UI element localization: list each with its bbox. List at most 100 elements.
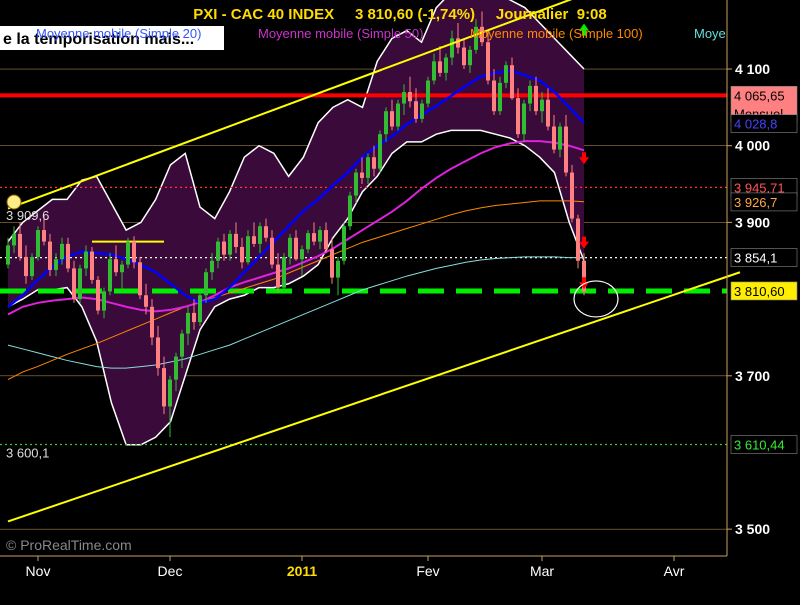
candle-body [486, 42, 490, 81]
candle [282, 253, 286, 292]
left-value-label: 3 909,6 [6, 208, 49, 223]
candle-body [114, 259, 118, 273]
x-tick-label: Nov [26, 563, 51, 579]
candle-body [186, 312, 190, 334]
candle-body [78, 268, 82, 300]
candle [78, 264, 82, 303]
candle-body [462, 47, 466, 66]
candle-body [450, 38, 454, 58]
candle-body [516, 98, 520, 135]
candle-body [294, 237, 298, 260]
candle-body [84, 251, 88, 269]
candle-body [264, 226, 268, 238]
candle-body [342, 226, 346, 261]
price-tag-label: 3 610,44 [734, 437, 785, 452]
candle-body [36, 230, 40, 257]
candle [126, 237, 130, 269]
candle-body [234, 233, 238, 247]
candle-body [288, 237, 292, 257]
candle-body [402, 92, 406, 104]
price-tag: 3 810,60 [730, 281, 798, 301]
chart-svg: 4 100 4 000 3 900 3 700 3 500 Nov Dec 2011 Fev Ma… [0, 0, 800, 600]
candle-body [360, 172, 364, 178]
watermark: © ProRealTime.com [6, 537, 132, 553]
price-tag-label: 3 810,60 [734, 284, 785, 299]
candle-body [12, 233, 16, 246]
candle-body [576, 218, 580, 261]
y-tick-label: 3 500 [735, 521, 770, 537]
candle-body [162, 368, 166, 407]
candle [90, 246, 94, 284]
candle-body [90, 251, 94, 280]
candle-body [6, 245, 10, 265]
candle-body [414, 101, 418, 119]
candle-body [510, 65, 514, 99]
candle-body [42, 230, 46, 242]
candle [138, 256, 142, 300]
legend-sma100: Moyenne mobile (Simple 100) [470, 26, 643, 41]
candle-body [132, 241, 136, 263]
candle-body [150, 306, 154, 338]
candle-body [492, 80, 496, 112]
candle [378, 130, 382, 173]
x-tick-label: Dec [158, 563, 183, 579]
candle-body [96, 279, 100, 311]
candle-body [270, 237, 274, 265]
candle-body [312, 233, 316, 242]
candle-body [72, 268, 76, 300]
candle-body [156, 337, 160, 369]
candle-body [246, 236, 250, 263]
candle-body [318, 230, 322, 242]
candle-body [420, 103, 424, 119]
candle-body [558, 126, 562, 150]
y-tick-label: 3 900 [735, 214, 770, 230]
price-tag: 4 028,8 [730, 114, 798, 133]
price-tag: 3 926,7 [730, 192, 798, 212]
candle-body [258, 226, 262, 244]
price-tag-label: 4 028,8 [734, 117, 777, 132]
candle-body [384, 111, 388, 135]
candle [342, 222, 346, 265]
chart-root: 4 100 4 000 3 900 3 700 3 500 Nov Dec 2011 Fev Ma… [0, 0, 800, 600]
x-tick-label: Avr [664, 563, 685, 579]
candle-body [378, 134, 382, 169]
candle-body [216, 241, 220, 261]
candle-body [552, 126, 556, 150]
candle [36, 226, 40, 261]
candle-body [138, 262, 142, 296]
candle-body [426, 80, 430, 104]
price-tag: 3 854,1 [730, 248, 798, 267]
candle-body [546, 99, 550, 127]
candle-body [54, 259, 58, 270]
legend-sma20: Moyenne mobile (Simple 20) [36, 26, 201, 41]
candle-body [390, 111, 394, 127]
left-value-label: 3 600,1 [6, 445, 49, 460]
alert-icon [6, 194, 22, 210]
candle-body [504, 65, 508, 83]
candle-body [174, 356, 178, 380]
candle-body [192, 312, 196, 323]
legend-sma200: Moye [694, 26, 726, 41]
y-tick-label: 3 700 [735, 368, 770, 384]
candle-body [168, 379, 172, 407]
price-tag-label: 4 065,65 [734, 88, 785, 103]
candle-body [102, 291, 106, 311]
candle-body [324, 230, 328, 250]
candle-body [252, 236, 256, 244]
candle [426, 76, 430, 108]
candle [396, 99, 400, 131]
candle-body [522, 103, 526, 135]
x-tick-label: Fev [416, 563, 439, 579]
candle-body [144, 295, 148, 307]
candle-body [30, 256, 34, 277]
candle-body [444, 57, 448, 73]
candle-body [24, 256, 28, 277]
price-tag-label: 3 854,1 [734, 251, 777, 266]
y-tick-label: 4 100 [735, 61, 770, 77]
candle-body [120, 264, 124, 273]
candle-body [540, 99, 544, 112]
candle-body [354, 172, 358, 196]
candle-body [282, 256, 286, 288]
price-tag: 3 610,44 [730, 435, 798, 454]
candle-body [366, 157, 370, 178]
